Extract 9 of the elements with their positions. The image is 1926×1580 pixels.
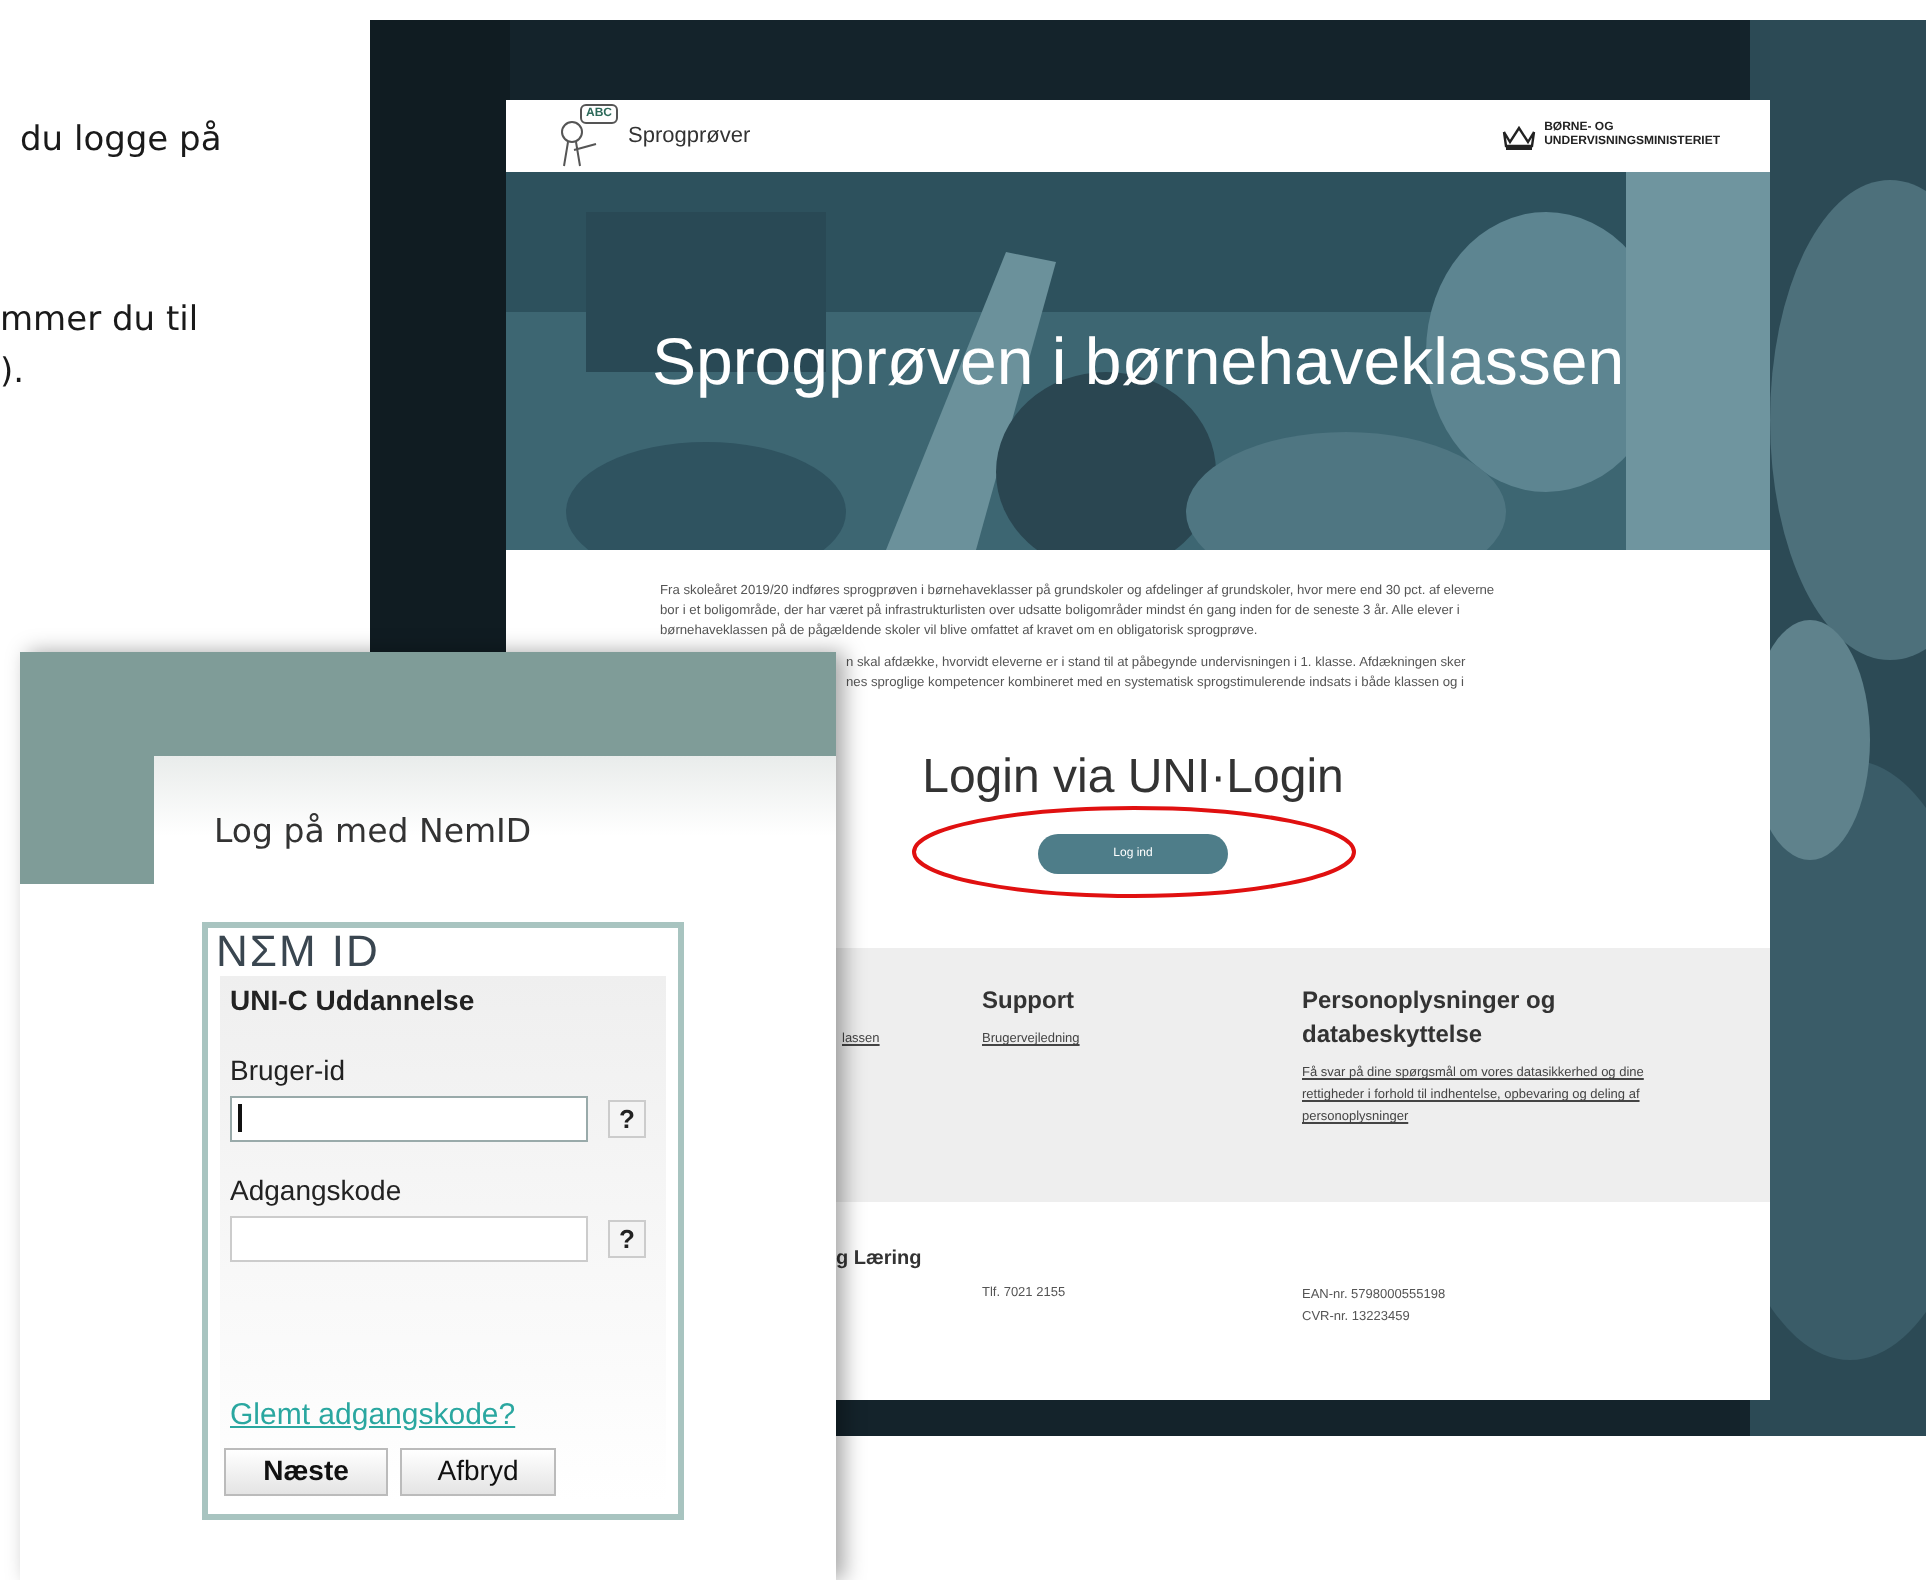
text-cursor <box>238 1104 241 1133</box>
intro-text: mmer du til <box>0 298 201 344</box>
field-label: Adgangskode <box>230 1171 404 1210</box>
field-label: Bruger-id <box>230 1051 348 1090</box>
dialog-button[interactable]: Næste <box>224 1447 388 1496</box>
intro-text: ). <box>0 350 27 396</box>
intro-text: du logge på <box>18 118 224 164</box>
nemid-logo: NΣM ID <box>216 927 382 976</box>
dialog-button[interactable]: Afbryd <box>400 1447 556 1496</box>
